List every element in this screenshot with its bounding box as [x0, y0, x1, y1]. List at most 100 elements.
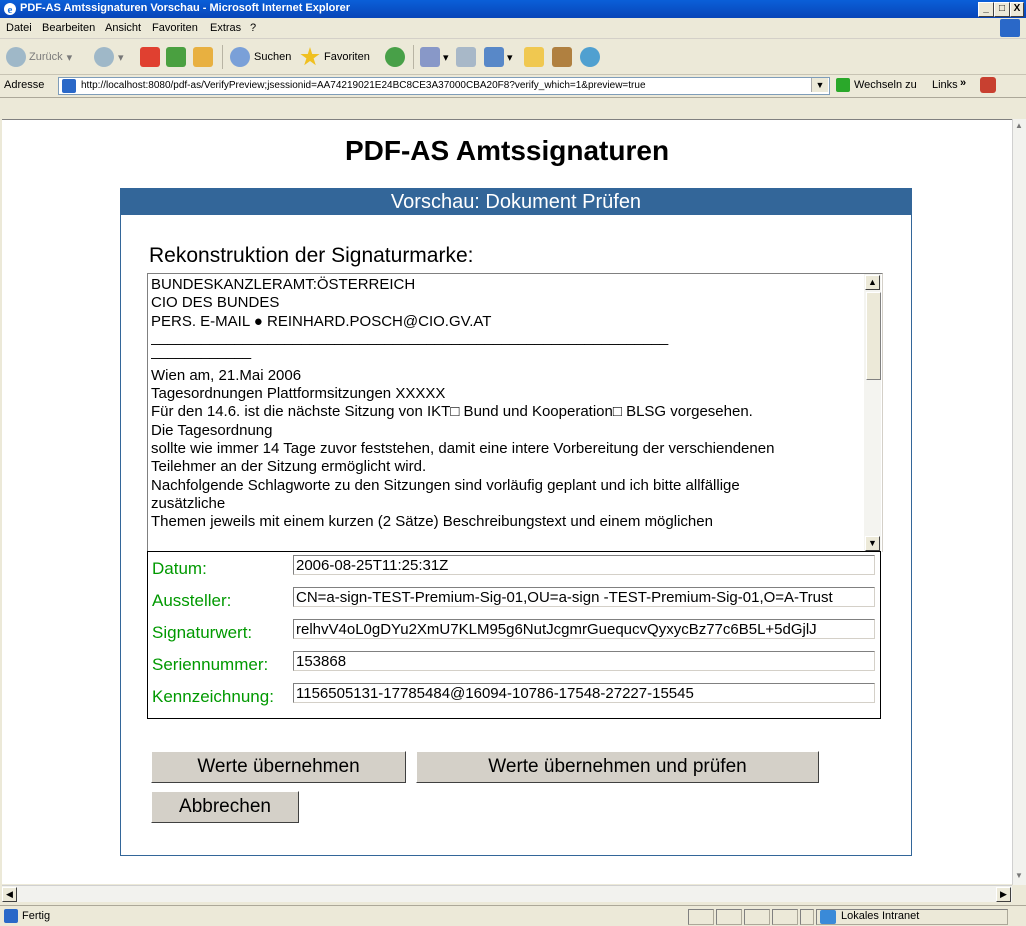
panel-header: Vorschau: Dokument Prüfen: [121, 189, 911, 215]
print-button[interactable]: [456, 45, 476, 69]
menu-bearbeiten[interactable]: Bearbeiten: [42, 22, 95, 34]
chevron-down-icon[interactable]: ▾: [118, 51, 124, 64]
status-cell: [744, 909, 770, 925]
edit-button[interactable]: ▾: [484, 45, 513, 69]
signature-fields: Datum: 2006-08-25T11:25:31Z Aussteller: …: [147, 551, 881, 719]
aussteller-input[interactable]: CN=a-sign-TEST-Premium-Sig-01,OU=a-sign …: [293, 587, 875, 607]
textarea-scrollbar[interactable]: ▲ ▼: [864, 274, 881, 552]
messenger-icon: [580, 47, 600, 67]
page-title: PDF-AS Amtssignaturen: [344, 135, 670, 166]
chevron-down-icon[interactable]: ▾: [67, 51, 73, 64]
history-icon: [385, 47, 405, 67]
refresh-button[interactable]: [166, 45, 186, 69]
toolbar-separator: [413, 45, 414, 69]
field-row-kennzeichnung: Kennzeichnung: 1156505131-17785484@16094…: [148, 680, 880, 712]
status-cell: [772, 909, 798, 925]
menu-help[interactable]: ?: [250, 22, 256, 34]
accept-values-button[interactable]: Werte übernehmen: [151, 751, 406, 783]
folder-button[interactable]: [524, 45, 544, 69]
ie-icon: e: [3, 2, 17, 16]
toolbar: Zurück ▾ ▾ Suchen Favoriten ▾ ▾: [0, 39, 1026, 75]
seriennummer-input[interactable]: 153868: [293, 651, 875, 671]
chevron-down-icon[interactable]: ▾: [507, 51, 513, 64]
address-dropdown-icon[interactable]: ▼: [811, 78, 828, 92]
zone-cell: Lokales Intranet: [816, 909, 1008, 925]
accept-and-verify-button[interactable]: Werte übernehmen und prüfen: [416, 751, 819, 783]
status-bar: Fertig Lokales Intranet: [0, 905, 1026, 926]
kennzeichnung-input[interactable]: 1156505131-17785484@16094-10786-17548-27…: [293, 683, 875, 703]
stop-button[interactable]: [140, 45, 160, 69]
back-button[interactable]: Zurück ▾: [6, 45, 72, 69]
datum-input[interactable]: 2006-08-25T11:25:31Z: [293, 555, 875, 575]
history-button[interactable]: [385, 45, 405, 69]
research-button[interactable]: [552, 45, 572, 69]
go-label: Wechseln zu: [854, 79, 917, 91]
scroll-down-icon[interactable]: ▼: [865, 536, 880, 551]
scroll-up-icon[interactable]: ▲: [865, 275, 880, 290]
menu-bar: Datei Bearbeiten Ansicht Favoriten Extra…: [0, 18, 1026, 39]
menu-datei[interactable]: Datei: [6, 22, 32, 34]
scroll-left-icon[interactable]: ◀: [2, 887, 17, 902]
messenger-button[interactable]: [580, 45, 600, 69]
star-icon: [300, 47, 320, 66]
scroll-corner: [1012, 885, 1026, 901]
pdf-icon[interactable]: [980, 77, 996, 93]
field-row-seriennummer: Seriennummer: 153868: [148, 648, 880, 680]
menu-extras[interactable]: Extras: [210, 22, 241, 34]
textarea-line: Wien am, 21.Mai 2006: [151, 366, 302, 384]
stop-icon: [140, 47, 160, 67]
page-vertical-scrollbar[interactable]: ▲ ▼: [1012, 119, 1026, 885]
textarea-line: Teilehmer an der Sitzung ermöglicht wird…: [151, 458, 427, 476]
reconstruction-label: Rekonstruktion der Signaturmarke:: [149, 244, 474, 267]
field-row-signaturwert: Signaturwert: relhvV4oL0gDYu2XmU7KLM95g6…: [148, 616, 880, 648]
edit-icon: [484, 47, 504, 67]
back-label: Zurück: [29, 51, 63, 63]
favorites-button[interactable]: Favoriten: [300, 45, 370, 69]
aussteller-label: Aussteller:: [152, 591, 232, 610]
status-cell: [716, 909, 742, 925]
textarea-line: zusätzliche: [151, 494, 226, 512]
status-text: Fertig: [22, 910, 51, 922]
go-button[interactable]: Wechseln zu: [836, 78, 917, 92]
forward-button[interactable]: ▾: [94, 45, 124, 69]
scroll-up-icon[interactable]: ▲: [1015, 121, 1023, 130]
minimize-button[interactable]: _: [978, 2, 994, 17]
scroll-down-icon[interactable]: ▼: [1015, 871, 1023, 880]
mail-button[interactable]: ▾: [420, 45, 449, 69]
textarea-line: Nachfolgende Schlagworte zu den Sitzunge…: [151, 476, 740, 494]
search-icon: [230, 47, 250, 67]
textarea-line: Tagesordnungen Plattformsitzungen XXXXX: [151, 385, 446, 403]
signaturwert-input[interactable]: relhvV4oL0gDYu2XmU7KLM95g6NutJcgmrGuequc…: [293, 619, 875, 639]
windows-logo-icon: [1000, 19, 1020, 37]
search-button[interactable]: Suchen: [230, 45, 291, 69]
menu-ansicht[interactable]: Ansicht: [105, 22, 141, 34]
go-arrow-icon: [836, 78, 850, 92]
menu-favoriten[interactable]: Favoriten: [152, 22, 198, 34]
maximize-button[interactable]: □: [994, 2, 1010, 17]
links-label[interactable]: Links: [932, 79, 958, 91]
status-cell: [800, 909, 814, 925]
page-content: PDF-AS Amtssignaturen Vorschau: Dokument…: [2, 119, 1012, 884]
signaturwert-label: Signaturwert:: [152, 623, 253, 642]
zone-label: Lokales Intranet: [841, 910, 920, 922]
print-icon: [456, 47, 476, 67]
home-button[interactable]: [193, 45, 213, 69]
mail-icon: [420, 47, 440, 67]
title-bar: e PDF-AS Amtssignaturen Vorschau - Micro…: [0, 0, 1026, 18]
textarea-scroll-thumb[interactable]: [866, 292, 881, 380]
window-title: PDF-AS Amtssignaturen Vorschau - Microso…: [20, 2, 351, 14]
address-input[interactable]: http://localhost:8080/pdf-as/VerifyPrevi…: [58, 77, 830, 95]
chevron-right-icon[interactable]: »: [960, 77, 966, 89]
intranet-icon: [820, 910, 836, 924]
page-icon: [62, 79, 76, 93]
refresh-icon: [166, 47, 186, 67]
folder-icon: [524, 47, 544, 67]
chevron-down-icon[interactable]: ▾: [443, 51, 449, 64]
signature-textarea[interactable]: BUNDESKANZLERAMT:ÖSTERREICH CIO DES BUND…: [147, 273, 883, 552]
scroll-right-icon[interactable]: ▶: [996, 887, 1011, 902]
field-row-aussteller: Aussteller: CN=a-sign-TEST-Premium-Sig-0…: [148, 584, 880, 616]
page-horizontal-scrollbar[interactable]: ◀ ▶: [2, 885, 1012, 902]
close-button[interactable]: X: [1010, 2, 1024, 17]
forward-arrow-icon: [94, 47, 114, 67]
cancel-button[interactable]: Abbrechen: [151, 791, 299, 823]
